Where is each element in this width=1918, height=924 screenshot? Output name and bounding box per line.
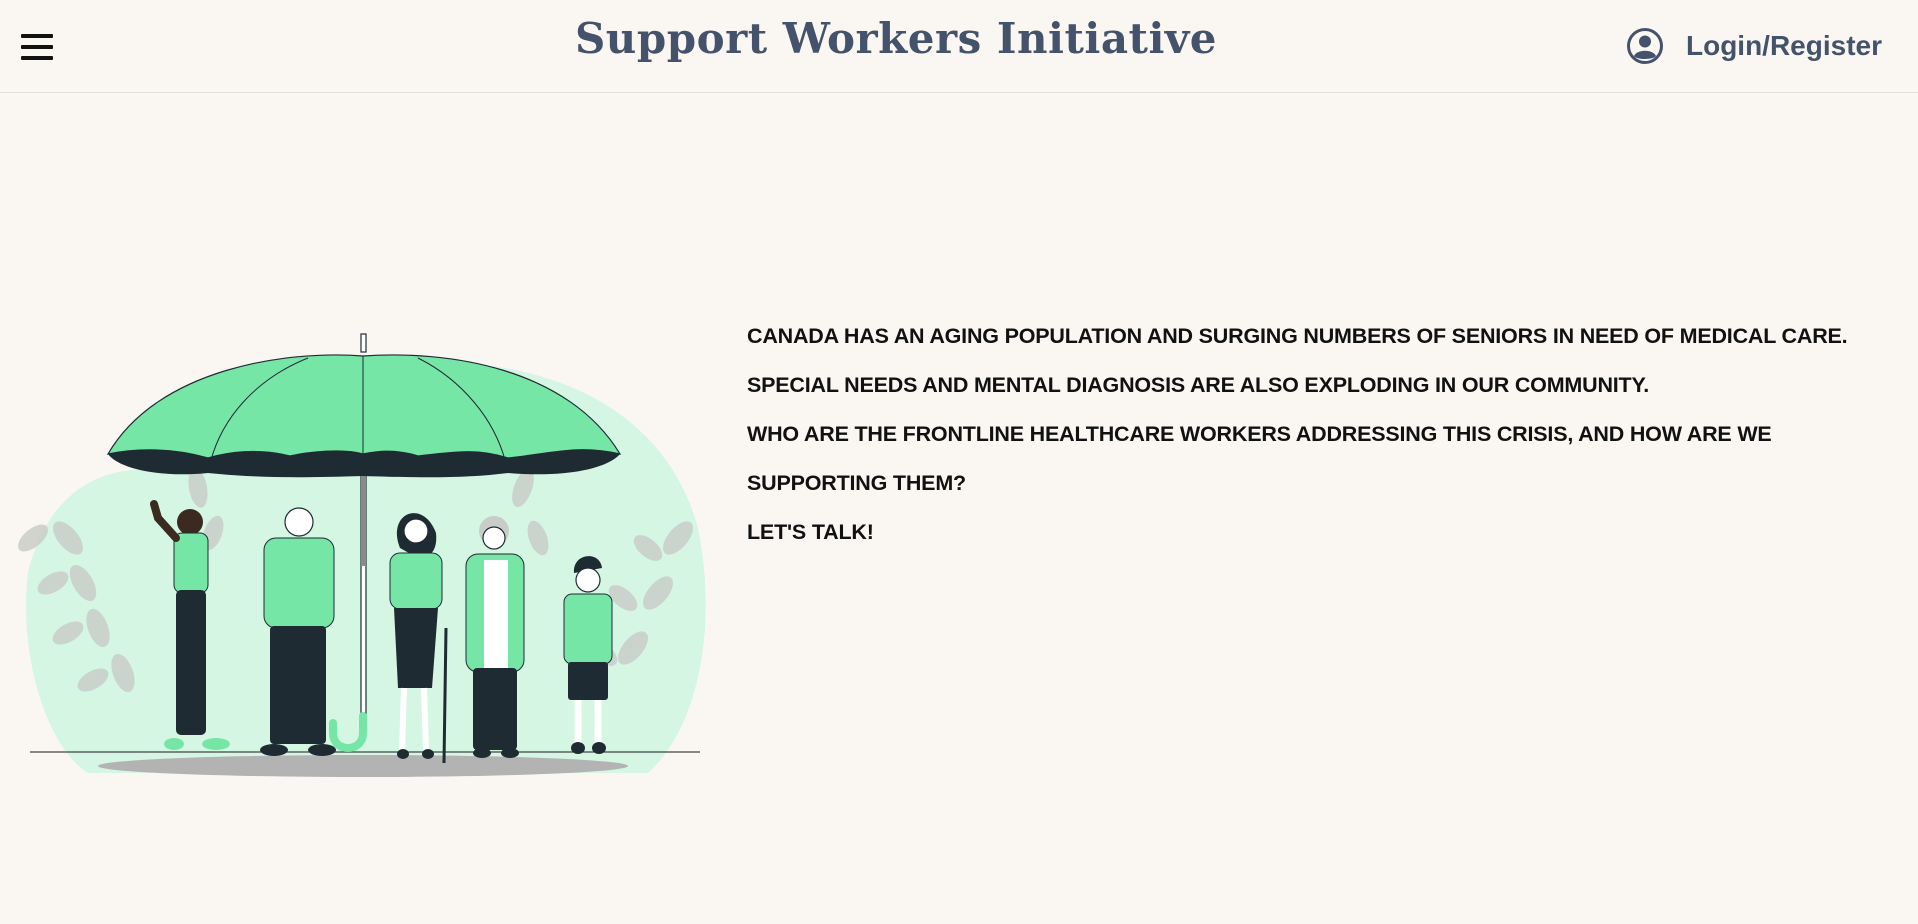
login-register-button[interactable]: Login/Register <box>1626 26 1882 66</box>
hero-paragraph: CANADA HAS AN AGING POPULATION AND SURGI… <box>747 324 1848 348</box>
login-register-label: Login/Register <box>1685 30 1882 61</box>
hero-paragraph: SPECIAL NEEDS AND MENTAL DIAGNOSIS ARE A… <box>747 373 1650 397</box>
user-circle-icon <box>1626 28 1663 64</box>
person-older-man <box>260 507 336 756</box>
ground-shadow <box>98 755 628 777</box>
site-header: Support Workers Initiative Login/Registe… <box>0 0 1918 93</box>
hero-copy: CANADA HAS AN AGING POPULATION AND SURGI… <box>747 312 1887 557</box>
hero-cta-text: LET'S TALK! <box>747 520 874 544</box>
hero-paragraph: WHO ARE THE FRONTLINE HEALTHCARE WORKERS… <box>747 422 1772 495</box>
site-title[interactable]: Support Workers Initiative <box>0 14 1792 63</box>
people-under-umbrella-illustration <box>18 333 706 777</box>
